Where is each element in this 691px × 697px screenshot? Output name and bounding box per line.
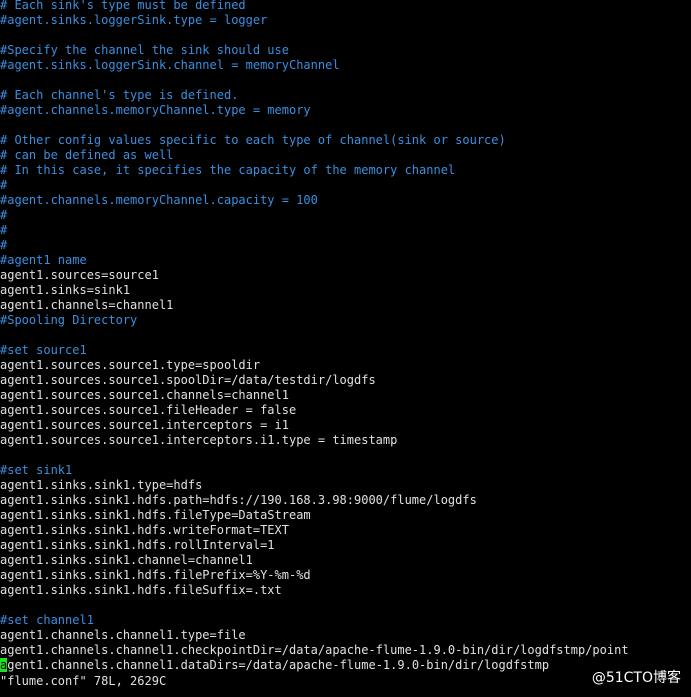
editor-line: agent1.sinks.sink1.hdfs.writeFormat=TEXT [0,523,289,537]
editor-line: agent1.channels.channel1.checkpointDir=/… [0,643,629,657]
editor-line: agent1.sources.source1.interceptors = i1 [0,418,289,432]
editor-line: agent1.channels=channel1 [0,298,174,312]
editor-line: # In this case, it specifies the capacit… [0,163,456,177]
watermark: @51CTO博客 [591,670,681,686]
editor-line: agent1.sinks.sink1.channel=channel1 [0,553,253,567]
editor-line: agent1.sinks.sink1.hdfs.fileType=DataStr… [0,508,311,522]
editor-line: # can be defined as well [0,148,174,162]
editor-buffer[interactable]: # Each sink's type must be defined #agent… [0,0,691,673]
editor-line: #set channel1 [0,613,94,627]
editor-line: # [0,223,8,237]
editor-line: #agent.sinks.loggerSink.channel = memory… [0,58,340,72]
editor-line: # Other config values specific to each t… [0,133,506,147]
line-text: gent1.channels.channel1.dataDirs=/data/a… [7,658,550,672]
editor-line: agent1.sinks=sink1 [0,283,131,297]
editor-line: #set sink1 [0,463,73,477]
editor-line: # Each sink's type must be defined [0,0,246,12]
editor-line: agent1.sinks.sink1.hdfs.rollInterval=1 [0,538,275,552]
editor-line: # [0,238,8,252]
editor-line: agent1.sources.source1.channels=channel1 [0,388,289,402]
editor-line: agent1.channels.channel1.type=file [0,628,246,642]
editor-line: agent1.sources.source1.fileHeader = fals… [0,403,297,417]
editor-line: # Each channel's type is defined. [0,88,239,102]
editor-line: #Specify the channel the sink should use [0,43,289,57]
editor-line: #agent.channels.memoryChannel.type = mem… [0,103,311,117]
terminal-window[interactable]: # Each sink's type must be defined #agent… [0,0,691,697]
editor-line: #agent.channels.memoryChannel.capacity =… [0,193,318,207]
editor-line: agent1.sources.source1.spoolDir=/data/te… [0,373,376,387]
editor-line: #agent.sinks.loggerSink.type = logger [0,13,268,27]
editor-line: agent1.sinks.sink1.hdfs.path=hdfs://190.… [0,493,477,507]
editor-line: # [0,178,8,192]
editor-line: #Spooling Directory [0,313,138,327]
editor-line: agent1.sinks.sink1.hdfs.filePrefix=%Y-%m… [0,568,311,582]
editor-line: agent1.sources.source1.type=spooldir [0,358,261,372]
status-line: "flume.conf" 78L, 2629C [0,674,167,688]
editor-line: #set source1 [0,343,87,357]
editor-line: agent1.sources.source1.interceptors.i1.t… [0,433,398,447]
editor-line: #agent1 name [0,253,87,267]
editor-line: agent1.sinks.sink1.hdfs.fileSuffix=.txt [0,583,282,597]
editor-line: # [0,208,8,222]
editor-line: agent1.sources=source1 [0,268,159,282]
editor-line: agent1.sinks.sink1.type=hdfs [0,478,203,492]
editor-line: agent1.channels.channel1.dataDirs=/data/… [0,658,691,673]
